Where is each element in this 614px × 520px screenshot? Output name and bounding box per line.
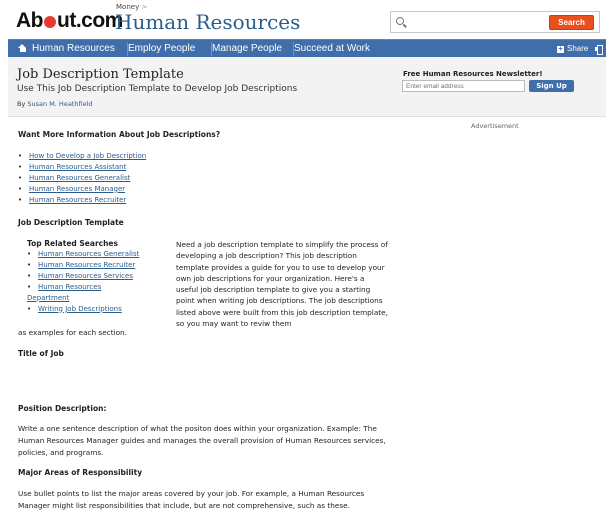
list-item[interactable]: Human Resources Generalist bbox=[18, 173, 146, 184]
nav-label: Human Resources bbox=[32, 43, 115, 54]
home-icon bbox=[18, 44, 27, 52]
list-item[interactable]: Human Resources Services bbox=[27, 271, 167, 282]
link-text[interactable]: Human Resources Recruiter bbox=[29, 196, 126, 204]
title-of-job-heading: Title of Job bbox=[18, 349, 64, 358]
intro-paragraph-tail: as examples for each section. bbox=[18, 328, 127, 337]
link-text[interactable]: Human Resources Recruiter bbox=[38, 261, 135, 269]
print-icon[interactable] bbox=[595, 45, 603, 55]
main-nav: Human Resources Employ People Manage Peo… bbox=[8, 39, 606, 57]
intro-paragraph: Need a job description template to simpl… bbox=[176, 240, 388, 329]
byline: By Susan M. Heathfield bbox=[17, 100, 93, 108]
byline-prefix: By bbox=[17, 100, 26, 108]
search-icon bbox=[396, 17, 404, 25]
site-title[interactable]: Human Resources bbox=[115, 10, 300, 34]
list-item[interactable]: Writing Job Descriptions bbox=[27, 304, 167, 315]
list-item[interactable]: Human Resources Recruiter bbox=[18, 195, 146, 206]
link-text[interactable]: How to Develop a Job Description bbox=[29, 152, 146, 160]
template-heading: Job Description Template bbox=[18, 218, 124, 227]
site-header: Ab ut.com Money > Human Resources Search bbox=[0, 0, 614, 39]
plus-icon: + bbox=[557, 46, 564, 53]
signup-button[interactable]: Sign Up bbox=[529, 80, 574, 92]
related-searches-title: Top Related Searches bbox=[27, 239, 118, 248]
logo-text-end: ut.com bbox=[57, 9, 123, 32]
list-item[interactable]: How to Develop a Job Description bbox=[18, 151, 146, 162]
link-text[interactable]: Human Resources Assistant bbox=[29, 163, 126, 171]
about-logo[interactable]: Ab ut.com bbox=[16, 9, 123, 33]
more-info-list: How to Develop a Job Description Human R… bbox=[18, 151, 146, 206]
newsletter-title: Free Human Resources Newsletter! bbox=[403, 70, 543, 78]
link-text[interactable]: Human Resources Department bbox=[27, 283, 101, 302]
search-button[interactable]: Search bbox=[549, 15, 594, 30]
page-subtitle: Use This Job Description Template to Dev… bbox=[17, 84, 298, 94]
nav-item-employ-people[interactable]: Employ People bbox=[128, 40, 210, 58]
position-description-text: Write a one sentence description of what… bbox=[18, 424, 386, 457]
share-label: Share bbox=[567, 44, 589, 53]
list-item[interactable]: Human Resources Department bbox=[27, 282, 117, 304]
search-input[interactable] bbox=[409, 14, 539, 30]
nav-item-succeed-at-work[interactable]: Succeed at Work bbox=[294, 40, 389, 58]
list-item[interactable]: Human Resources Manager bbox=[18, 184, 146, 195]
page-title: Job Description Template bbox=[17, 67, 184, 82]
newsletter-email-input[interactable] bbox=[402, 80, 525, 92]
share-button[interactable]: + Share bbox=[557, 40, 588, 58]
list-item[interactable]: Human Resources Generalist bbox=[27, 249, 167, 260]
more-info-heading: Want More Information About Job Descript… bbox=[18, 130, 221, 139]
link-text[interactable]: Writing Job Descriptions bbox=[38, 305, 122, 313]
link-text[interactable]: Human Resources Manager bbox=[29, 185, 125, 193]
author-link[interactable]: Susan M. Heathfield bbox=[27, 100, 92, 108]
major-areas-text: Use bullet points to list the major area… bbox=[18, 489, 365, 510]
logo-text-start: Ab bbox=[16, 9, 44, 32]
nav-item-manage-people[interactable]: Manage People bbox=[212, 40, 292, 58]
link-text[interactable]: Human Resources Generalist bbox=[29, 174, 130, 182]
list-item[interactable]: Human Resources Assistant bbox=[18, 162, 146, 173]
advertisement-label: Advertisement bbox=[471, 122, 519, 130]
list-item[interactable]: Human Resources Recruiter bbox=[27, 260, 167, 271]
major-areas-heading: Major Areas of Responsibility bbox=[18, 468, 143, 477]
link-text[interactable]: Human Resources Services bbox=[38, 272, 133, 280]
link-text[interactable]: Human Resources Generalist bbox=[38, 250, 139, 258]
position-description-heading: Position Description: bbox=[18, 404, 107, 413]
nav-item-human-resources[interactable]: Human Resources bbox=[18, 40, 126, 58]
logo-dot bbox=[44, 16, 56, 28]
related-searches-list: Human Resources Generalist Human Resourc… bbox=[27, 249, 167, 314]
